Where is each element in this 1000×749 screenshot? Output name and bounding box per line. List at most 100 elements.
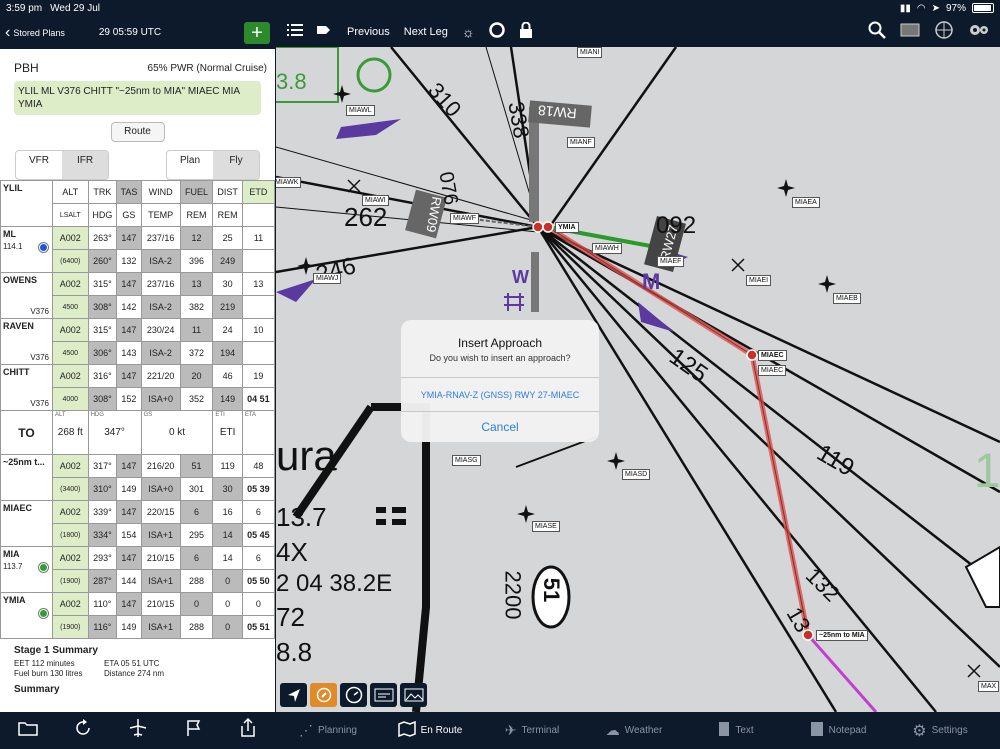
waypoint-miawj[interactable]: MIAWJ: [313, 273, 342, 284]
leg-cell[interactable]: 352: [179, 387, 214, 411]
gears-icon[interactable]: [968, 22, 990, 41]
cancel-button[interactable]: Cancel: [401, 411, 599, 442]
next-leg-button[interactable]: Next Leg: [404, 26, 448, 38]
waypoint-name-cell[interactable]: OWENS V376: [0, 272, 53, 319]
leg-cell[interactable]: 116°: [87, 615, 118, 639]
leg-cell[interactable]: 263°: [87, 226, 118, 250]
leg-cell[interactable]: 219: [212, 295, 243, 319]
leg-cell[interactable]: A002: [52, 454, 89, 478]
leg-cell[interactable]: 301: [179, 477, 214, 501]
leg-cell[interactable]: ISA-2: [140, 341, 181, 365]
leg-cell[interactable]: ISA+1: [140, 523, 181, 547]
leg-cell[interactable]: 05 45: [241, 523, 275, 547]
leg-cell[interactable]: 6: [241, 546, 275, 570]
leg-cell[interactable]: 237/16: [140, 226, 181, 250]
leg-cell[interactable]: 147: [116, 592, 142, 616]
ifr-tab[interactable]: IFR: [62, 151, 108, 179]
waypoint-miawf[interactable]: MIAWF: [450, 213, 480, 224]
leg-cell[interactable]: 0: [212, 592, 243, 616]
leg-cell[interactable]: 308°: [87, 295, 118, 319]
leg-cell[interactable]: 119: [212, 454, 243, 478]
hsi-icon[interactable]: [370, 683, 397, 707]
waypoint-miawi[interactable]: MIAWI: [362, 195, 389, 206]
leg-cell[interactable]: 147: [116, 226, 142, 250]
waypoint-miaec[interactable]: MIAEC: [758, 365, 787, 376]
leg-cell[interactable]: A002: [52, 226, 89, 250]
leg-cell[interactable]: 152: [116, 387, 142, 411]
leg-cell[interactable]: ISA+1: [140, 615, 181, 639]
reverse-icon[interactable]: [74, 719, 92, 742]
leg-cell[interactable]: 12: [179, 226, 214, 250]
leg-cell[interactable]: 110°: [87, 592, 118, 616]
waypoint-name-cell[interactable]: RAVEN V376: [0, 318, 53, 365]
leg-cell[interactable]: 51: [179, 454, 214, 478]
waypoint-miaec-label[interactable]: MIAEC: [758, 350, 787, 361]
leg-cell[interactable]: 210/15: [140, 592, 181, 616]
globe-icon[interactable]: [934, 20, 954, 43]
leg-cell[interactable]: (3400): [52, 477, 89, 501]
search-icon[interactable]: [868, 21, 886, 42]
power-setting[interactable]: 65% PWR (Normal Cruise): [148, 63, 267, 74]
leg-cell[interactable]: (1800): [52, 523, 89, 547]
leg-cell[interactable]: 315°: [87, 318, 118, 342]
route-text[interactable]: YLIL ML V376 CHITT "~25nm to MIA" MIAEC …: [14, 81, 261, 115]
leg-cell[interactable]: 11: [179, 318, 214, 342]
leg-cell[interactable]: (1900): [52, 569, 89, 593]
add-button[interactable]: +: [244, 21, 270, 44]
leg-cell[interactable]: 147: [116, 272, 142, 296]
leg-cell[interactable]: 13: [241, 272, 275, 296]
list-icon[interactable]: [287, 24, 303, 39]
fly-tab[interactable]: Fly: [213, 151, 259, 179]
leg-cell[interactable]: A002: [52, 592, 89, 616]
leg-cell[interactable]: 14: [212, 523, 243, 547]
previous-button[interactable]: Previous: [347, 26, 390, 38]
tab-weather[interactable]: ☁ Weather: [583, 722, 685, 739]
leg-cell[interactable]: 287°: [87, 569, 118, 593]
leg-cell[interactable]: ISA+1: [140, 569, 181, 593]
folder-icon[interactable]: [18, 720, 38, 741]
leg-cell[interactable]: 149: [116, 477, 142, 501]
tab-notepad[interactable]: Notepad: [787, 721, 889, 740]
tab-en-route[interactable]: En Route: [379, 720, 481, 740]
leg-cell[interactable]: 05 50: [241, 569, 275, 593]
waypoint-miaef[interactable]: MIAEF: [657, 256, 685, 267]
leg-cell[interactable]: 315°: [87, 272, 118, 296]
leg-cell[interactable]: 6: [179, 500, 214, 524]
leg-cell[interactable]: 149: [212, 387, 243, 411]
leg-cell[interactable]: ISA-2: [140, 295, 181, 319]
plan-tab[interactable]: Plan: [167, 151, 213, 179]
compass-icon[interactable]: [310, 683, 337, 707]
leg-cell[interactable]: A002: [52, 364, 89, 388]
leg-cell[interactable]: [241, 295, 275, 319]
gauge-icon[interactable]: [340, 683, 367, 707]
leg-cell[interactable]: A002: [52, 546, 89, 570]
leg-cell[interactable]: 132: [116, 249, 142, 273]
leg-cell[interactable]: 237/16: [140, 272, 181, 296]
waypoint-name-cell[interactable]: MIA 113.7: [0, 546, 53, 593]
leg-cell[interactable]: A002: [52, 272, 89, 296]
leg-cell[interactable]: 11: [241, 226, 275, 250]
leg-cell[interactable]: (1900): [52, 615, 89, 639]
waypoint-name-cell[interactable]: ~25nm t...: [0, 454, 53, 501]
layers-icon[interactable]: [900, 22, 920, 41]
vfr-tab[interactable]: VFR: [16, 151, 62, 179]
leg-cell[interactable]: 288: [179, 615, 214, 639]
leg-cell[interactable]: ISA+0: [140, 387, 181, 411]
leg-cell[interactable]: 10: [241, 318, 275, 342]
leg-cell[interactable]: 194: [212, 341, 243, 365]
leg-cell[interactable]: 216/20: [140, 454, 181, 478]
direct-to-icon[interactable]: [317, 24, 333, 39]
leg-cell[interactable]: 142: [116, 295, 142, 319]
leg-cell[interactable]: 334°: [87, 523, 118, 547]
tab-planning[interactable]: ⋰ Planning: [277, 722, 379, 739]
leg-cell[interactable]: 221/20: [140, 364, 181, 388]
leg-cell[interactable]: 30: [212, 272, 243, 296]
leg-cell[interactable]: 260°: [87, 249, 118, 273]
leg-cell[interactable]: 147: [116, 454, 142, 478]
leg-cell[interactable]: 0: [212, 615, 243, 639]
flag-icon[interactable]: [185, 719, 203, 742]
leg-cell[interactable]: 24: [212, 318, 243, 342]
waypoint-name-cell[interactable]: ML 114.1: [0, 226, 53, 273]
leg-cell[interactable]: 147: [116, 500, 142, 524]
waypoint-mianf[interactable]: MIANF: [567, 137, 595, 148]
